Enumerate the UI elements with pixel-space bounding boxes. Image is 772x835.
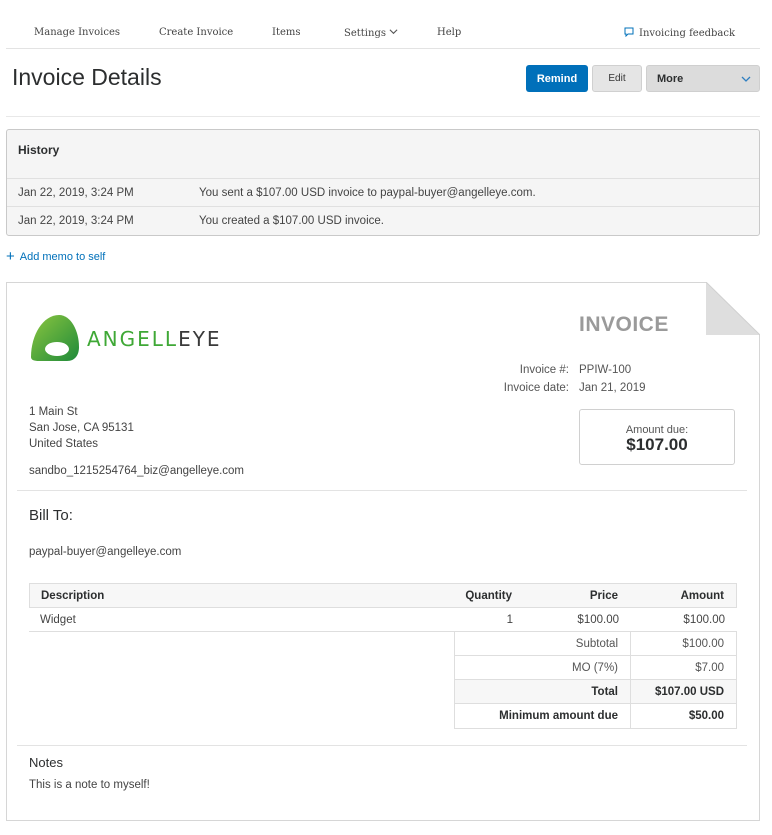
- item-description: Widget: [40, 614, 76, 626]
- items-table-header: Description Quantity Price Amount: [29, 583, 737, 608]
- history-title: History: [18, 143, 60, 157]
- company-name: ANGELLEYE: [87, 327, 222, 351]
- history-date: Jan 22, 2019, 3:24 PM: [18, 215, 134, 227]
- col-price: Price: [589, 590, 618, 602]
- item-quantity: 1: [506, 614, 513, 626]
- add-memo-label: Add memo to self: [19, 251, 106, 263]
- from-email: sandbo_1215254764_biz@angelleye.com: [29, 465, 245, 477]
- nav-create-invoice[interactable]: Create Invoice: [159, 27, 233, 38]
- history-row: Jan 22, 2019, 3:24 PM You created a $107…: [7, 206, 759, 234]
- remind-button[interactable]: Remind: [526, 65, 588, 92]
- angelleye-logo-icon: [31, 315, 79, 361]
- feedback-label: Invoicing feedback: [639, 28, 736, 39]
- item-amount: $100.00: [683, 614, 725, 626]
- invoice-number: PPIW-100: [579, 364, 632, 376]
- history-message: You sent a $107.00 USD invoice to paypal…: [199, 187, 536, 199]
- edit-button[interactable]: Edit: [592, 65, 642, 92]
- history-date: Jan 22, 2019, 3:24 PM: [18, 187, 134, 199]
- notes-text: This is a note to myself!: [29, 779, 150, 791]
- top-nav: Manage Invoices Create Invoice Items Set…: [6, 18, 760, 49]
- invoice-number-label: Invoice #:: [519, 364, 569, 376]
- amount-due-value: $107.00: [626, 435, 688, 454]
- invoice-sheet: ANGELLEYE INVOICE Invoice #: PPIW-100 In…: [6, 282, 760, 821]
- from-address-line: San Jose, CA 95131: [29, 422, 134, 434]
- bill-to-heading: Bill To:: [29, 507, 73, 524]
- invoice-date: Jan 21, 2019: [579, 382, 646, 394]
- history-panel: History Jan 22, 2019, 3:24 PM You sent a…: [6, 129, 760, 236]
- table-row: Widget 1 $100.00 $100.00: [29, 608, 737, 632]
- page-fold-corner: [706, 282, 760, 335]
- nav-settings[interactable]: Settings: [344, 27, 398, 39]
- bill-to-email: paypal-buyer@angelleye.com: [29, 546, 182, 558]
- history-row: Jan 22, 2019, 3:24 PM You sent a $107.00…: [7, 178, 759, 206]
- col-description: Description: [41, 590, 105, 602]
- invoice-heading: INVOICE: [579, 313, 669, 336]
- nav-settings-label: Settings: [344, 28, 386, 39]
- chevron-down-icon: [389, 29, 398, 35]
- history-message: You created a $107.00 USD invoice.: [199, 215, 384, 227]
- subtotal-row: Subtotal $100.00: [455, 632, 736, 656]
- tax-row: MO (7%) $7.00: [455, 656, 736, 680]
- from-address-line: United States: [29, 438, 99, 450]
- nav-items[interactable]: Items: [272, 27, 301, 38]
- feedback-link[interactable]: Invoicing feedback: [624, 27, 735, 39]
- amount-due-box: Amount due: $107.00: [579, 409, 735, 465]
- more-label: More: [657, 72, 684, 85]
- col-quantity: Quantity: [465, 590, 512, 602]
- item-price: $100.00: [577, 614, 619, 626]
- speech-bubble-icon: [624, 27, 634, 38]
- total-row: Total $107.00 USD: [455, 680, 736, 704]
- add-memo-link[interactable]: + Add memo to self: [6, 248, 105, 265]
- notes-heading: Notes: [29, 755, 63, 770]
- totals-table: Subtotal $100.00 MO (7%) $7.00 Total $107.0…: [454, 632, 737, 729]
- plus-icon: +: [6, 248, 15, 265]
- section-divider: [17, 745, 747, 746]
- col-amount: Amount: [680, 590, 724, 602]
- from-address-line: 1 Main St: [29, 406, 78, 418]
- more-dropdown[interactable]: More: [646, 65, 760, 92]
- invoice-date-label: Invoice date:: [503, 382, 569, 394]
- chevron-down-icon: [741, 76, 751, 82]
- nav-manage-invoices[interactable]: Manage Invoices: [34, 27, 120, 38]
- header-divider: [6, 116, 760, 117]
- section-divider: [17, 490, 747, 491]
- nav-help[interactable]: Help: [437, 27, 461, 38]
- page-title: Invoice Details: [12, 64, 162, 90]
- minimum-due-row: Minimum amount due $50.00: [455, 704, 736, 728]
